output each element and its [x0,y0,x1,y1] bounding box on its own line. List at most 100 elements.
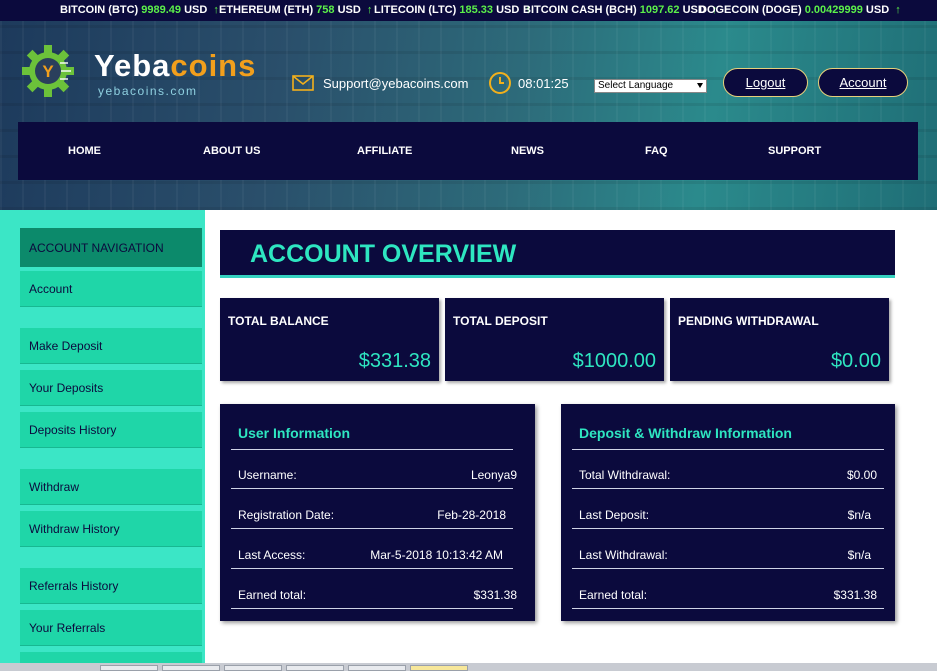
ticker-item-bch: BITCOIN CASH (BCH) 1097.62 USD ↑ [523,4,717,16]
info-value: Leonya9 [470,468,517,482]
support-email-text: Support@yebacoins.com [323,75,469,91]
ticker-item-eth: ETHEREUM (ETH) 758 USD ↑ [219,4,372,16]
divider [231,488,513,489]
stat-total-deposit: TOTAL DEPOSIT $1000.00 [445,298,664,381]
language-select[interactable]: Select Language [594,79,707,93]
nav-news[interactable]: NEWS [511,145,544,157]
logo-domain: yebacoins.com [98,84,198,98]
os-taskbar [0,663,937,671]
account-sidebar: ACCOUNT NAVIGATION Account Make Deposit … [0,210,205,671]
info-key: Username: [238,468,297,482]
clock-icon [489,72,511,94]
ticker-item-btc: BITCOIN (BTC) 9989.49 USD ↑ [60,4,219,16]
sidebar-heading: ACCOUNT NAVIGATION [20,228,202,267]
sidebar-item-referrals-history[interactable]: Referrals History [20,568,202,604]
sidebar-item-make-deposit[interactable]: Make Deposit [20,328,202,364]
stat-value: $1000.00 [572,350,656,372]
site-logo[interactable]: Y Yebacoins yebacoins.com [22,45,262,101]
page-title: ACCOUNT OVERVIEW [250,240,517,268]
support-email[interactable]: Support@yebacoins.com [292,75,468,91]
info-key: Last Access: [238,548,306,562]
divider [572,488,884,489]
divider [231,568,513,569]
taskbar-button[interactable] [162,665,220,671]
ticker-unit: USD [184,4,208,16]
ticker-price: 758 [316,4,335,16]
info-key: Earned total: [579,588,648,602]
info-value: $0.00 [846,468,877,482]
envelope-icon [292,75,314,91]
up-arrow-icon: ↑ [895,4,901,16]
divider [572,528,884,529]
site-header: Y Yebacoins yebacoins.com Support@yebaco… [0,21,937,210]
nav-support[interactable]: SUPPORT [768,145,821,157]
clock: 08:01:25 [488,71,569,95]
taskbar-button[interactable] [410,665,468,671]
ticker-price: 1097.62 [639,4,680,16]
divider [231,608,513,609]
divider [231,528,513,529]
panel-title: User Information [238,425,351,441]
info-value: Feb-28-2018 [437,508,506,522]
ticker-item-ltc: LITECOIN (LTC) 185.33 USD ↑ [374,4,531,16]
sidebar-item-withdraw-history[interactable]: Withdraw History [20,511,202,547]
info-key: Earned total: [238,588,307,602]
nav-about-us[interactable]: ABOUT US [203,145,260,157]
sidebar-item-your-deposits[interactable]: Your Deposits [20,370,202,406]
ticker-unit: USD [496,4,520,16]
info-value: $331.38 [473,588,517,602]
account-button[interactable]: Account [818,68,908,97]
ticker-unit: USD [337,4,361,16]
divider [231,449,513,450]
taskbar-button[interactable] [224,665,282,671]
ticker-unit: USD [865,4,890,16]
ticker-price: 9989.49 [141,4,182,16]
nav-home[interactable]: HOME [68,145,101,157]
ticker-label: DOGECOIN (DOGE) [699,4,802,16]
stat-pending-withdrawal: PENDING WITHDRAWAL $0.00 [670,298,889,381]
user-info-panel: User Information Username: Leonya9 Regis… [220,404,535,621]
stat-value: $331.38 [358,350,431,372]
stat-label: TOTAL DEPOSIT [453,314,548,328]
info-value: Mar-5-2018 10:13:42 AM [370,548,503,562]
logo-wordmark: Yebacoins [94,48,257,83]
sidebar-item-your-referrals[interactable]: Your Referrals [20,610,202,646]
clock-time: 08:01:25 [518,75,569,91]
svg-text:Y: Y [42,62,54,81]
info-value: $n/a [847,508,871,522]
logout-button[interactable]: Logout [723,68,808,97]
ticker-label: BITCOIN (BTC) [60,4,139,16]
info-key: Registration Date: [238,508,335,522]
stat-label: TOTAL BALANCE [228,314,329,328]
ticker-item-doge: DOGECOIN (DOGE) 0.00429999 USD ↑ [699,4,901,16]
taskbar-button[interactable] [100,665,158,671]
info-key: Total Withdrawal: [579,468,671,482]
stat-label: PENDING WITHDRAWAL [678,314,819,328]
sidebar-item-withdraw[interactable]: Withdraw [20,469,202,505]
sidebar-item-account[interactable]: Account [20,271,202,307]
gear-logo-icon: Y [22,45,74,97]
taskbar-button[interactable] [348,665,406,671]
ticker-label: LITECOIN (LTC) [374,4,457,16]
ticker-price: 0.00429999 [804,4,863,16]
ticker-label: ETHEREUM (ETH) [219,4,314,16]
page-title-bar: ACCOUNT OVERVIEW [220,230,895,278]
info-value: $331.38 [833,588,877,602]
stat-total-balance: TOTAL BALANCE $331.38 [220,298,439,381]
info-key: Last Withdrawal: [579,548,668,562]
ticker-price: 185.33 [459,4,493,16]
divider [572,449,884,450]
info-key: Last Deposit: [579,508,650,522]
info-value: $n/a [847,548,871,562]
sidebar-item-deposits-history[interactable]: Deposits History [20,412,202,448]
main-nav: HOME ABOUT US AFFILIATE NEWS FAQ SUPPORT [18,122,918,180]
divider [572,608,884,609]
deposit-withdraw-panel: Deposit & Withdraw Information Total Wit… [561,404,895,621]
nav-affiliate[interactable]: AFFILIATE [357,145,412,157]
panel-title: Deposit & Withdraw Information [579,425,792,441]
price-ticker: BITCOIN (BTC) 9989.49 USD ↑ ETHEREUM (ET… [0,0,937,21]
nav-faq[interactable]: FAQ [645,145,668,157]
up-arrow-icon: ↑ [366,4,373,16]
ticker-label: BITCOIN CASH (BCH) [523,4,637,16]
taskbar-button[interactable] [286,665,344,671]
